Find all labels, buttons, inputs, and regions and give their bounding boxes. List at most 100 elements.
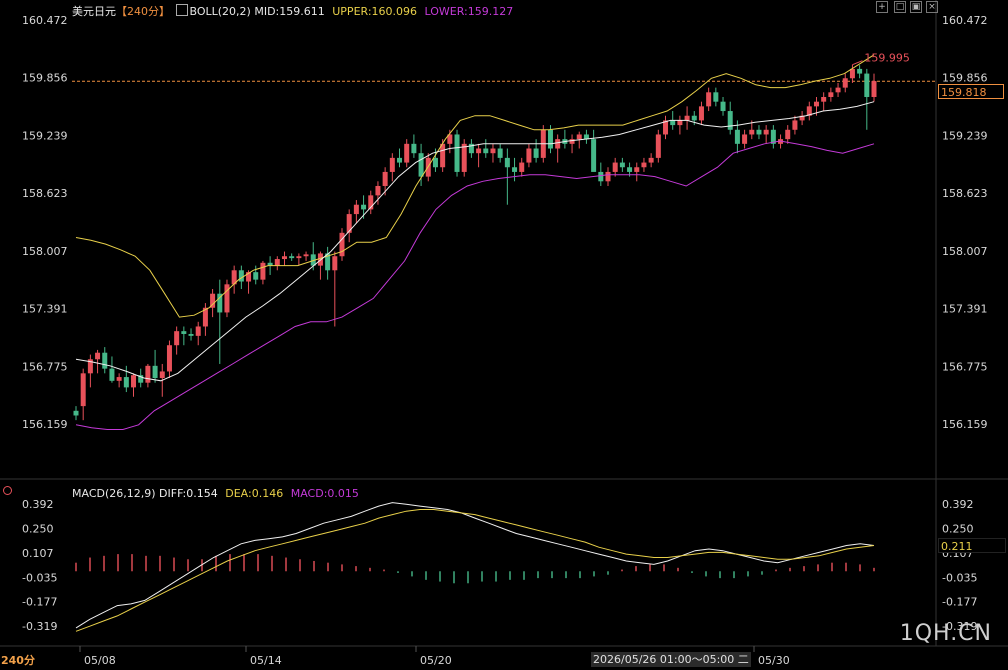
target-icon[interactable]	[3, 486, 12, 495]
candle-body	[605, 171, 611, 182]
chart-header: 美元日元【240分】 BOLL(20,2) MID:159.611 UPPER:…	[72, 3, 513, 19]
price-tick-left: 158.623	[22, 187, 68, 200]
boll-lower-label: LOWER:159.127	[424, 5, 514, 18]
macd-tick-left: -0.319	[22, 620, 57, 633]
candle-body	[641, 162, 647, 168]
boll-upper-label: UPPER:160.096	[332, 5, 418, 18]
period-tag[interactable]: 【240分】	[116, 5, 170, 18]
candle-body	[166, 345, 172, 372]
candle-body	[281, 256, 287, 260]
candle-body	[576, 134, 582, 140]
candle-body	[123, 377, 129, 388]
macd-tick-left: 0.392	[22, 498, 54, 511]
price-tick-left: 156.775	[22, 360, 68, 373]
price-tick-left: 157.391	[22, 303, 68, 316]
candle-body	[842, 78, 848, 88]
candle-body	[749, 129, 755, 135]
price-tick-left: 160.472	[22, 14, 68, 27]
candle-body	[102, 352, 108, 369]
candle-body	[569, 139, 575, 144]
candle-body	[634, 167, 640, 172]
candle-body	[382, 171, 388, 186]
candle-body	[476, 148, 482, 154]
candle-body	[813, 101, 819, 107]
candle-body	[253, 272, 259, 280]
price-tick-right: 159.239	[942, 129, 988, 142]
candle-body	[648, 157, 654, 163]
candle-body	[742, 134, 748, 144]
candle-body	[720, 101, 726, 112]
macd-tick-right: 0.250	[942, 522, 974, 535]
candle-body	[504, 157, 510, 168]
candle-body	[418, 153, 424, 177]
window-icon[interactable]: ▣	[910, 1, 922, 13]
candle-body	[785, 129, 791, 140]
candle-body	[145, 365, 151, 383]
candle-body	[95, 352, 101, 360]
candle-body	[684, 115, 690, 121]
candle-body	[152, 365, 158, 379]
macd-dea-line	[75, 509, 875, 632]
candle-body	[698, 106, 704, 121]
candle-body	[871, 81, 877, 97]
macd-diff-label: DIFF:0.154	[159, 487, 218, 500]
current-macd-tag: 0.211	[938, 538, 1006, 553]
candle-body	[849, 68, 855, 79]
candle-body	[440, 143, 446, 168]
price-tick-left: 159.856	[22, 72, 68, 85]
candle-body	[756, 129, 762, 135]
price-tick-right: 160.472	[942, 14, 988, 27]
candle-body	[619, 162, 625, 168]
candle-body	[353, 204, 359, 215]
expand-icon[interactable]: +	[876, 1, 888, 13]
candle-body	[677, 120, 683, 126]
candle-body	[332, 256, 338, 271]
price-tick-right: 159.856	[942, 72, 988, 85]
square-icon[interactable]: □	[894, 1, 906, 13]
candle-body	[346, 214, 352, 233]
candle-body	[519, 162, 525, 172]
candle-body	[727, 111, 733, 130]
candle-body	[526, 148, 532, 163]
macd-tick-left: -0.177	[22, 596, 57, 609]
price-tick-right: 158.623	[942, 187, 988, 200]
candle-body	[296, 256, 302, 259]
macd-header: MACD(26,12,9) DIFF:0.154 DEA:0.146 MACD:…	[72, 487, 359, 500]
macd-tick-left: 0.107	[22, 547, 54, 560]
price-tick-left: 159.239	[22, 129, 68, 142]
x-axis-label: 05/30	[758, 654, 790, 667]
x-axis-label: 05/08	[84, 654, 116, 667]
candle-body	[181, 331, 187, 334]
candle-body	[512, 167, 518, 172]
candle-body	[627, 167, 633, 172]
period-selector[interactable]: 240分	[1, 652, 35, 668]
candle-body	[483, 148, 489, 154]
candle-body	[260, 262, 266, 280]
high-label: 159.995	[864, 52, 910, 65]
boll-lower-line	[75, 140, 875, 430]
candle-body	[763, 129, 769, 135]
settings-icon[interactable]	[175, 4, 188, 16]
candle-body	[174, 331, 180, 346]
macd-tick-right: 0.392	[942, 498, 974, 511]
candle-body	[375, 185, 381, 196]
candle-body	[116, 377, 122, 381]
boll-mid-label: MID:159.611	[254, 5, 325, 18]
candle-body	[432, 157, 438, 168]
candle-body	[238, 270, 244, 282]
candle-body	[706, 92, 712, 107]
chart-canvas[interactable]: 160.472 160.472 159.856 159.856 159.239 159.2…	[0, 0, 1008, 670]
candle-body	[195, 326, 201, 336]
price-tick-right: 158.007	[942, 245, 988, 258]
macd-tick-right: -0.177	[942, 596, 977, 609]
x-axis-label: 05/20	[420, 654, 452, 667]
candle-body	[792, 120, 798, 130]
candle-body	[397, 157, 403, 163]
candle-body	[109, 368, 115, 381]
candle-body	[835, 87, 841, 93]
macd-dea-label: DEA:0.146	[225, 487, 284, 500]
price-tick-right: 156.159	[942, 418, 988, 431]
candle-body	[670, 120, 676, 126]
close-icon[interactable]: ×	[926, 1, 938, 13]
candle-body	[497, 148, 503, 158]
